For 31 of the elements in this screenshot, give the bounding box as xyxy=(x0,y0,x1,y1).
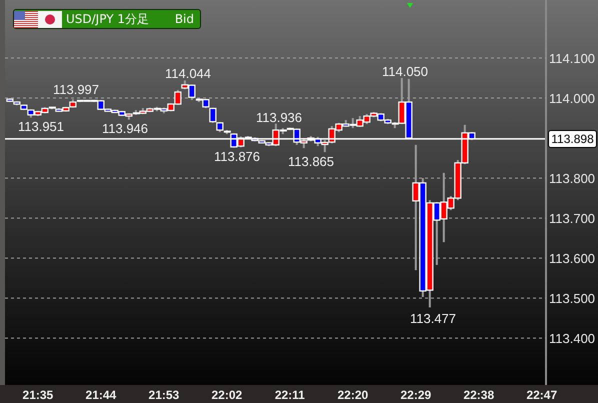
price-label: 113.997 xyxy=(52,82,100,97)
axis-label: 21:35 xyxy=(22,388,54,402)
axis-label: 113.700 xyxy=(549,211,596,226)
axis-label: 22:11 xyxy=(274,388,305,402)
price-label: 113.936 xyxy=(256,110,302,125)
axis-label: 113.500 xyxy=(549,291,596,306)
marker-icon xyxy=(407,3,413,8)
price-side-label: Bid xyxy=(174,12,194,26)
axis-label: 22:29 xyxy=(400,388,432,402)
axis-label: 22:20 xyxy=(337,388,368,402)
axis-label: 113.800 xyxy=(549,171,596,186)
axis-label: 113.400 xyxy=(549,331,596,346)
axis-label: 22:02 xyxy=(212,388,242,402)
symbol-label: USD/JPY 1分足 xyxy=(66,10,149,28)
axis-label: 114.100 xyxy=(549,51,596,66)
price-label: 114.050 xyxy=(382,64,428,79)
current-price-tag: 113.898 xyxy=(548,130,597,148)
price-label: 113.946 xyxy=(102,121,148,136)
axis-label: 22:47 xyxy=(526,388,558,402)
price-label: 113.876 xyxy=(214,149,260,164)
axis-label: 21:53 xyxy=(148,388,180,402)
axis-label: 114.000 xyxy=(549,91,596,106)
flag-icon xyxy=(14,10,38,28)
price-label: 114.044 xyxy=(164,66,212,81)
price-label: 113.477 xyxy=(410,311,456,326)
axis-label: 113.600 xyxy=(549,251,596,266)
axis-label: 22:38 xyxy=(463,388,494,402)
flag-icon xyxy=(38,10,62,28)
axis-label: 21:44 xyxy=(86,388,116,402)
price-label: 113.865 xyxy=(288,154,334,169)
price-label: 113.951 xyxy=(18,119,64,134)
